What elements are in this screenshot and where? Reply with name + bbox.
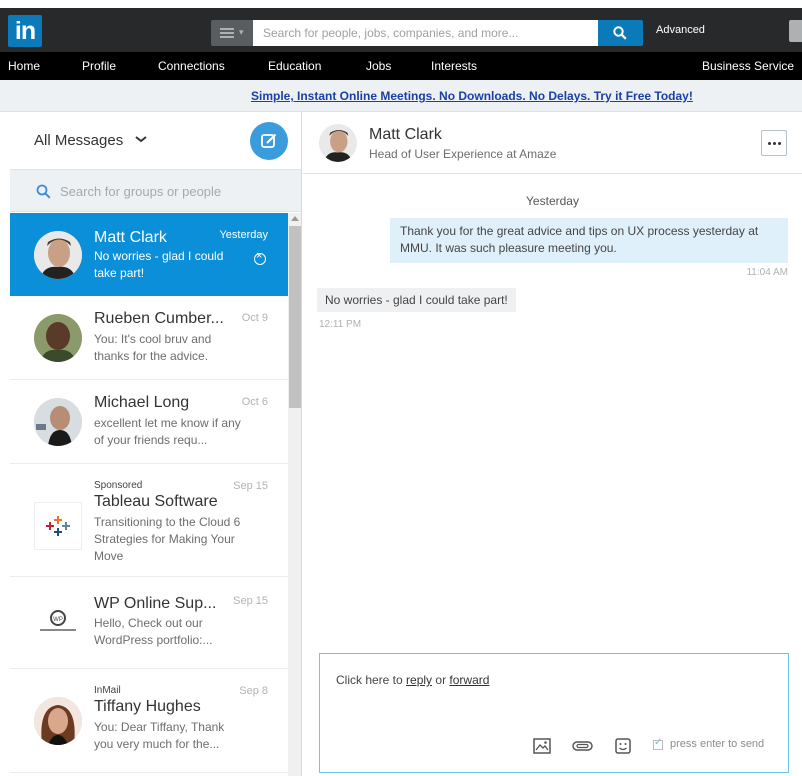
- search-icon: [36, 184, 51, 199]
- forward-link[interactable]: forward: [449, 673, 489, 687]
- thread-name: Tiffany Hughes: [94, 698, 201, 715]
- composer-or: or: [435, 673, 447, 687]
- attachment-icon[interactable]: [572, 738, 594, 754]
- thread-wp-online[interactable]: WP WP Online Sup... Sep 15 Hello, Check …: [10, 577, 288, 669]
- notifications-icon[interactable]: [789, 20, 802, 42]
- thread-name: WP Online Sup...: [94, 595, 217, 612]
- scroll-thumb[interactable]: [289, 226, 301, 408]
- nav-education[interactable]: Education: [268, 59, 321, 73]
- message-timestamp: 12:11 PM: [319, 319, 362, 330]
- thread-date: Sep 15: [233, 595, 268, 607]
- sponsored-label: Sponsored: [94, 480, 143, 491]
- search-icon: [613, 26, 627, 40]
- thread-rueben[interactable]: Rueben Cumber... Oct 9 You: It's cool br…: [10, 296, 288, 380]
- conversation-header: Matt Clark Head of User Experience at Am…: [303, 112, 802, 174]
- image-icon[interactable]: [533, 738, 551, 754]
- avatar: [34, 398, 82, 446]
- global-search-input[interactable]: [253, 20, 598, 46]
- thread-list-scrollbar[interactable]: [288, 213, 301, 776]
- dot: [773, 142, 776, 145]
- thread-michael-long[interactable]: Michael Long Oct 6 excellent let me know…: [10, 380, 288, 464]
- message-timestamp: 11:04 AM: [746, 267, 788, 278]
- conversation-pane: Matt Clark Head of User Experience at Am…: [303, 112, 802, 776]
- press-enter-label[interactable]: press enter to send: [670, 738, 764, 750]
- thread-preview: You: Dear Tiffany, Thank you very much f…: [94, 720, 225, 751]
- thread-preview: You: It's cool bruv and thanks for the a…: [94, 332, 212, 363]
- incoming-message: No worries - glad I could take part!: [317, 288, 516, 312]
- nav-interests[interactable]: Interests: [431, 59, 477, 73]
- avatar: [34, 231, 82, 279]
- linkedin-logo[interactable]: in: [8, 15, 42, 47]
- compose-icon: [261, 133, 277, 148]
- compose-button[interactable]: [250, 122, 288, 160]
- thread-tableau[interactable]: Sponsored Tableau Software Sep 15 Transi…: [10, 464, 288, 577]
- search-button[interactable]: [598, 20, 643, 46]
- conversation-name[interactable]: Matt Clark: [369, 126, 442, 144]
- thread-name: Michael Long: [94, 394, 190, 411]
- day-separator: Yesterday: [526, 194, 579, 208]
- nav-business-services[interactable]: Business Service: [702, 59, 794, 73]
- tableau-logo: [34, 502, 82, 550]
- close-icon[interactable]: [254, 250, 266, 265]
- scroll-up-icon[interactable]: [291, 216, 299, 221]
- emoji-icon[interactable]: [615, 738, 631, 754]
- nav-connections[interactable]: Connections: [158, 59, 225, 73]
- nav-home[interactable]: Home: [8, 59, 40, 73]
- composer-prefix: Click here to: [336, 673, 403, 687]
- inmail-label: InMail: [94, 685, 121, 696]
- messages-search-input[interactable]: [60, 180, 280, 202]
- messages-search: [10, 170, 301, 212]
- thread-preview: excellent let me know if any of your fri…: [94, 416, 241, 447]
- thread-preview: No worries - glad I could take part!: [94, 249, 224, 280]
- composer-prompt: Click here to reply or forward: [336, 673, 489, 687]
- ad-banner: Simple, Instant Online Meetings. No Down…: [0, 80, 802, 112]
- thread-matt-clark[interactable]: Matt Clark Yesterday No worries - glad I…: [10, 213, 288, 296]
- search-menu-button[interactable]: ▾: [211, 20, 253, 46]
- message-composer[interactable]: Click here to reply or forward press ent…: [319, 653, 789, 773]
- messages-list-pane: All Messages Matt Clark Yesterday No wor…: [10, 112, 302, 776]
- thread-date: Oct 9: [241, 312, 268, 324]
- thread-date: Sep 8: [239, 685, 268, 697]
- avatar: [34, 697, 82, 745]
- messages-header: All Messages: [10, 112, 301, 170]
- caret-down-icon: ▾: [239, 27, 244, 37]
- thread-date: Oct 6: [241, 396, 268, 408]
- more-options-button[interactable]: [761, 130, 787, 156]
- thread-date: Sep 15: [233, 480, 268, 492]
- main-nav: Home Profile Connections Education Jobs …: [0, 52, 802, 80]
- thread-name: Rueben Cumber...: [94, 310, 224, 327]
- top-strip: [0, 0, 802, 8]
- wp-online-logo: WP: [34, 599, 82, 647]
- chevron-down-icon[interactable]: [134, 134, 148, 144]
- top-bar: in ▾ Advanced: [0, 0, 802, 52]
- thread-name: Tableau Software: [94, 493, 218, 510]
- press-enter-checkbox[interactable]: [653, 737, 663, 750]
- ad-link[interactable]: Simple, Instant Online Meetings. No Down…: [251, 89, 693, 103]
- menu-icon: [220, 28, 234, 38]
- thread-preview: Transitioning to the Cloud 6 Strategies …: [94, 515, 241, 563]
- nav-profile[interactable]: Profile: [82, 59, 116, 73]
- dot: [768, 142, 771, 145]
- thread-date: Yesterday: [219, 229, 268, 241]
- nav-jobs[interactable]: Jobs: [366, 59, 391, 73]
- conversation-headline: Head of User Experience at Amaze: [369, 147, 557, 161]
- thread-preview: Hello, Check out our WordPress portfolio…: [94, 616, 213, 647]
- avatar: [34, 314, 82, 362]
- thread-tiffany-hughes[interactable]: InMail Tiffany Hughes Sep 8 You: Dear Ti…: [10, 669, 288, 773]
- dot: [778, 142, 781, 145]
- reply-link[interactable]: reply: [406, 673, 432, 687]
- outgoing-message: Thank you for the great advice and tips …: [390, 218, 788, 263]
- thread-name: Matt Clark: [94, 229, 167, 246]
- svg-text:WP: WP: [53, 617, 63, 623]
- messages-filter-label[interactable]: All Messages: [34, 132, 123, 149]
- avatar[interactable]: [319, 124, 357, 162]
- advanced-search-link[interactable]: Advanced: [656, 24, 705, 36]
- thread-list: Matt Clark Yesterday No worries - glad I…: [10, 213, 288, 776]
